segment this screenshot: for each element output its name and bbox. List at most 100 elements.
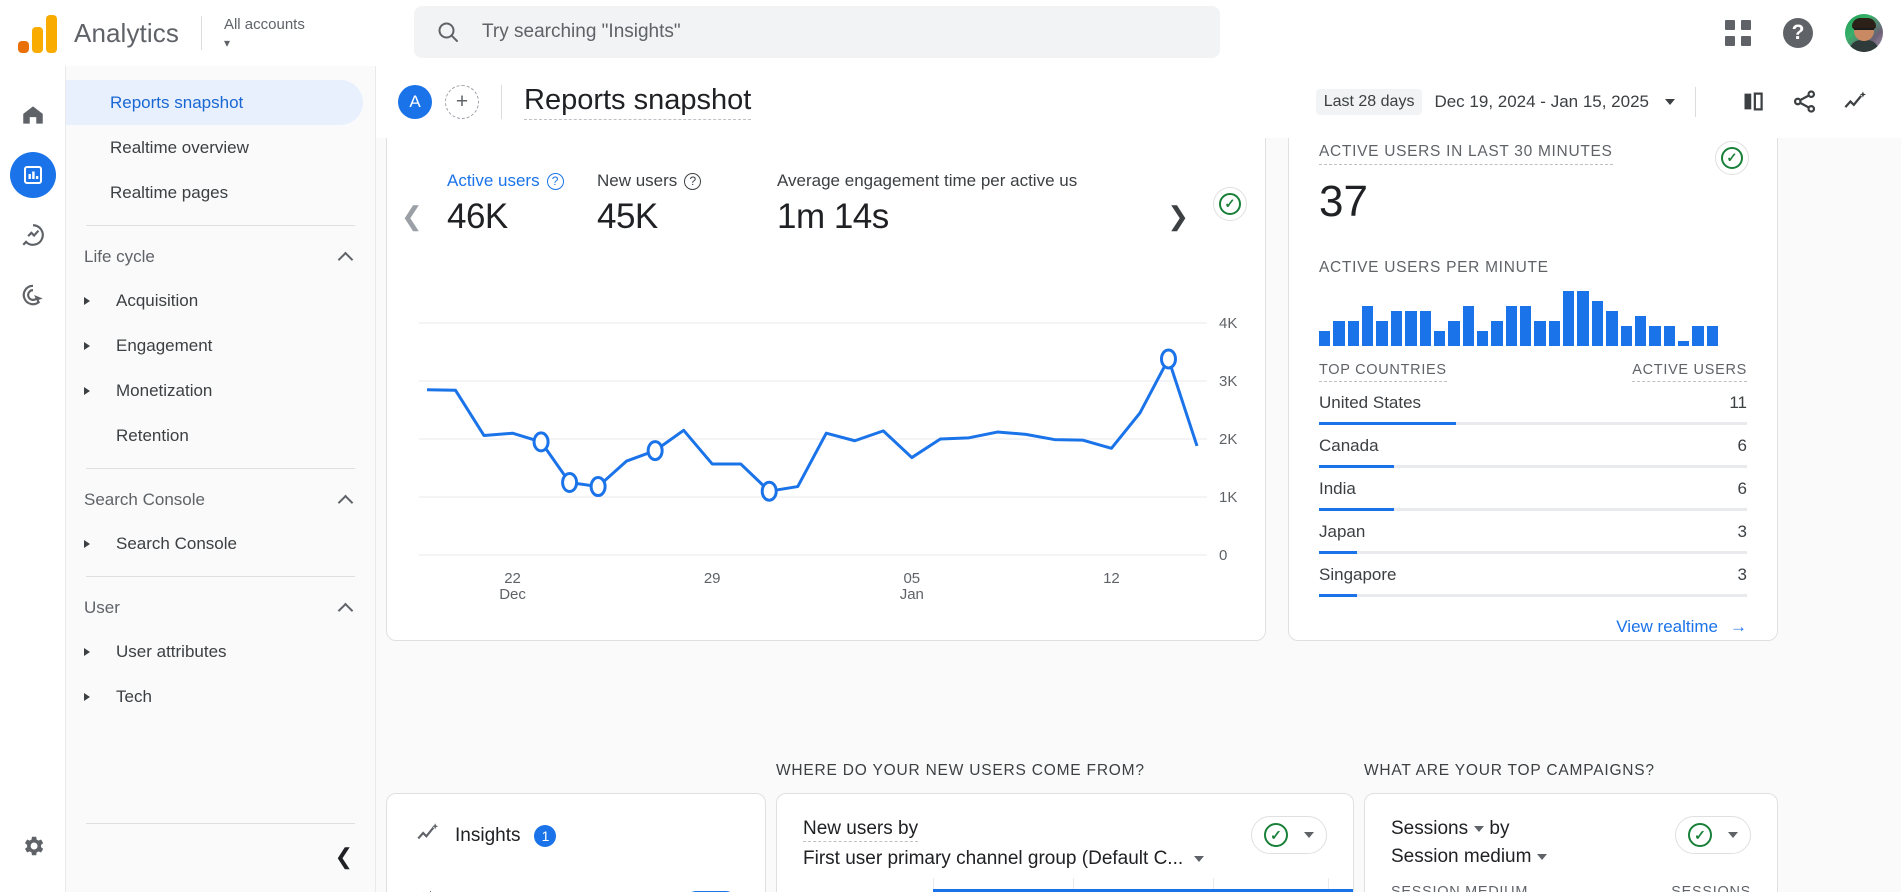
sidebar-item-tech[interactable]: Tech (66, 674, 375, 719)
spark-bar (1591, 301, 1604, 346)
spark-bar (1405, 311, 1417, 346)
chevron-down-icon (1474, 825, 1485, 832)
spark-bar (1606, 311, 1618, 346)
sparkle-icon (415, 888, 437, 892)
date-preset-chip[interactable]: Last 28 days (1315, 88, 1423, 115)
new-users-dimension-selector[interactable]: First user primary channel group (Defaul… (803, 848, 1327, 870)
search-bar[interactable] (414, 6, 1220, 58)
new-users-status-control[interactable]: ✓ (1251, 816, 1327, 854)
top-bar: Analytics All accounts ▾ ? (0, 0, 1901, 66)
insights-sparkline-icon[interactable] (1842, 88, 1869, 115)
sidebar-item-label: Realtime pages (110, 182, 229, 202)
cell-active-users: 3 (1737, 522, 1747, 541)
table-row[interactable]: United States 11 (1319, 382, 1747, 425)
help-icon[interactable]: ? (546, 172, 564, 190)
row-bar-track (1319, 594, 1747, 597)
view-realtime-link[interactable]: View realtime → (1319, 617, 1747, 637)
sidebar-item-acquisition[interactable]: Acquisition (66, 278, 375, 323)
chevron-right-icon (84, 341, 90, 350)
sidebar-item-search-console[interactable]: Search Console (66, 521, 375, 566)
table-row[interactable]: India 6 (1319, 468, 1747, 511)
metric-label: Average engagement time per active us (777, 171, 1078, 190)
account-selector[interactable]: All accounts ▾ (224, 16, 305, 50)
rail-item-reports[interactable] (9, 152, 56, 198)
chevron-down-icon (1304, 832, 1314, 838)
sidebar-group-user[interactable]: User (66, 587, 375, 629)
explore-icon (21, 224, 44, 246)
brand-name: Analytics (74, 17, 179, 48)
sidebar-item-label: Monetization (116, 380, 213, 400)
icon-rail (0, 66, 66, 892)
content-area: A + Reports snapshot Last 28 days Dec 19… (376, 66, 1901, 892)
sidebar-item-realtime-overview[interactable]: Realtime overview (66, 125, 375, 170)
apps-grid-icon[interactable] (1725, 20, 1751, 46)
column-header-sessions: SESSIONS (1671, 884, 1751, 892)
svg-text:29: 29 (704, 570, 721, 587)
campaigns-card: Sessions by Session medium ✓ SESSION MED… (1364, 793, 1778, 892)
rail-item-home[interactable] (10, 92, 56, 138)
active-users-line-chart[interactable]: 0 1K 2K 3K 4K 22 Dec 29 05 Jan 12 (387, 305, 1265, 625)
metric-label: Sessions (1391, 818, 1469, 839)
spark-bar (1706, 326, 1719, 346)
search-input[interactable] (482, 21, 1198, 43)
spark-bar (1634, 316, 1647, 346)
campaigns-status-control[interactable]: ✓ (1675, 816, 1751, 854)
date-range-label[interactable]: Dec 19, 2024 - Jan 15, 2025 (1434, 92, 1649, 112)
sidebar-item-realtime-pages[interactable]: Realtime pages (66, 170, 375, 215)
sidebar-item-retention[interactable]: Retention (66, 413, 375, 458)
spark-bar (1663, 326, 1675, 346)
sidebar-item-user-attributes[interactable]: User attributes (66, 629, 375, 674)
sidebar-group-label: Life cycle (84, 247, 155, 266)
section-label-campaigns: WHAT ARE YOUR TOP CAMPAIGNS? (1364, 762, 1655, 779)
help-icon[interactable]: ? (684, 172, 702, 190)
add-comparison-button[interactable]: + (445, 84, 479, 119)
help-icon[interactable]: ? (1783, 18, 1813, 48)
rail-item-explore[interactable] (10, 212, 56, 258)
metrics-row: ❮ ❯ Active users ? 46K New users ? 45K A… (387, 138, 1265, 237)
new-users-metric-selector[interactable]: New users by (803, 818, 1327, 842)
chevron-down-icon[interactable] (1665, 98, 1675, 105)
status-badge[interactable]: ✓ (1715, 141, 1749, 175)
spark-bar (1376, 321, 1388, 346)
metric-active-users[interactable]: Active users ? 46K (447, 171, 597, 237)
table-row[interactable]: Singapore 3 (1319, 554, 1747, 597)
spark-bar (1319, 331, 1331, 346)
property-avatar[interactable]: A (398, 84, 432, 119)
sidebar-item-label: Reports snapshot (110, 92, 244, 112)
metrics-prev-button[interactable]: ❮ (401, 201, 423, 232)
row-bar-fill (1319, 465, 1395, 468)
divider (86, 576, 355, 577)
divider (501, 84, 502, 119)
sidebar-collapse-button[interactable]: ❮ (335, 844, 353, 870)
svg-text:1K: 1K (1219, 489, 1237, 506)
share-icon[interactable] (1791, 88, 1818, 115)
rail-item-advertising[interactable] (10, 272, 56, 318)
divider (86, 225, 355, 226)
sidebar-item-monetization[interactable]: Monetization (66, 368, 375, 413)
bar-row[interactable]: Direct (803, 886, 1353, 892)
line-chart-svg: 0 1K 2K 3K 4K 22Dec 29 05Jan 12 (419, 315, 1237, 603)
chevron-up-icon (337, 602, 354, 618)
sidebar-item-reports-snapshot[interactable]: Reports snapshot (66, 80, 363, 125)
row-bar-fill (1319, 551, 1358, 554)
status-badge[interactable]: ✓ (1213, 187, 1247, 221)
check-circle-icon: ✓ (1219, 193, 1241, 215)
campaigns-table-header: SESSION MEDIUM SESSIONS (1391, 884, 1751, 892)
metric-new-users[interactable]: New users ? 45K (597, 171, 777, 237)
gear-icon[interactable] (20, 833, 46, 864)
metrics-next-button[interactable]: ❯ (1167, 201, 1189, 232)
sidebar-item-label: Realtime overview (110, 137, 249, 157)
sidebar-group-search-console[interactable]: Search Console (66, 479, 375, 521)
chevron-down-icon (1728, 832, 1738, 838)
sidebar-group-life-cycle[interactable]: Life cycle (66, 236, 375, 278)
avatar[interactable] (1845, 14, 1883, 52)
svg-text:Jan: Jan (900, 586, 924, 603)
table-row[interactable]: Canada 6 (1319, 425, 1747, 468)
spark-bar (1448, 321, 1460, 346)
page-title: Reports snapshot (524, 84, 752, 120)
sidebar-item-engagement[interactable]: Engagement (66, 323, 375, 368)
compare-icon[interactable] (1740, 88, 1767, 115)
insights-header[interactable]: Insights 1 (415, 820, 737, 852)
metric-avg-engagement-time[interactable]: Average engagement time per active us 1m… (777, 171, 1197, 237)
table-row[interactable]: Japan 3 (1319, 511, 1747, 554)
